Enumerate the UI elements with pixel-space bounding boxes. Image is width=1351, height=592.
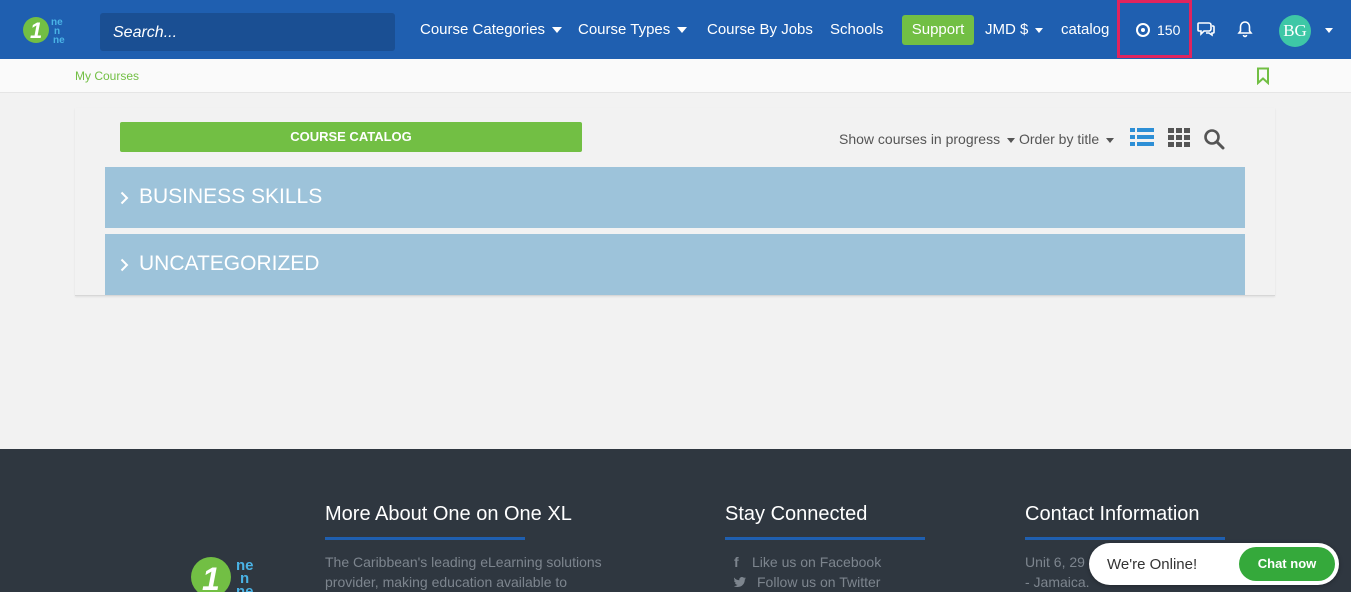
footer-twitter-link[interactable]: Follow us on Twitter <box>733 572 881 592</box>
target-icon <box>1136 23 1150 37</box>
messages-icon[interactable] <box>1197 21 1215 42</box>
footer-contact-heading: Contact Information <box>1025 503 1200 525</box>
footer-about-heading: More About One on One XL <box>325 503 572 525</box>
nav-course-by-jobs[interactable]: Course By Jobs <box>707 21 813 38</box>
facebook-icon: f <box>734 554 739 570</box>
svg-text:1: 1 <box>30 18 42 43</box>
search-icon[interactable] <box>1203 128 1225 155</box>
footer-facebook-link[interactable]: f Like us on Facebook <box>734 552 881 572</box>
site-logo[interactable]: 1 ne n ne <box>22 14 70 46</box>
live-chat-widget[interactable]: We're Online! Chat now <box>1089 543 1339 585</box>
svg-text:ne: ne <box>53 35 65 46</box>
caret-down-icon <box>1106 137 1115 143</box>
footer-about-line: provider, making education available to <box>325 574 568 590</box>
order-by-dropdown[interactable]: Order by title <box>1019 131 1115 147</box>
twitter-icon <box>733 572 746 592</box>
footer-contact-line: - Jamaica. <box>1025 574 1090 590</box>
currency-label: JMD $ <box>985 21 1029 38</box>
footer-contact-text: Unit 6, 29 - Jamaica. <box>1025 552 1090 592</box>
nav-course-categories-label: Course Categories <box>420 21 546 38</box>
svg-text:ne: ne <box>236 583 254 592</box>
footer-about-divider <box>325 537 525 540</box>
nav-catalog[interactable]: catalog <box>1061 21 1109 38</box>
bell-icon[interactable] <box>1237 20 1253 43</box>
user-avatar[interactable]: BG <box>1279 15 1311 47</box>
category-label: UNCATEGORIZED <box>139 252 320 275</box>
search-input[interactable]: Search... <box>100 13 395 51</box>
footer-about-text: The Caribbean's leading eLearning soluti… <box>325 552 602 592</box>
twitter-link-label: Follow us on Twitter <box>757 574 881 590</box>
nav-course-categories[interactable]: Course Categories <box>420 21 563 38</box>
list-view-icon[interactable] <box>1130 127 1154 152</box>
caret-down-icon <box>1035 27 1044 33</box>
bookmark-icon[interactable] <box>1255 67 1271 90</box>
course-catalog-button[interactable]: COURSE CATALOG <box>120 122 582 152</box>
footer-social-divider <box>725 537 925 540</box>
grid-view-icon[interactable] <box>1168 127 1190 152</box>
caret-down-icon <box>552 27 563 34</box>
footer-social-heading: Stay Connected <box>725 503 868 525</box>
breadcrumb-my-courses[interactable]: My Courses <box>75 69 139 83</box>
courses-panel: COURSE CATALOG Show courses in progress … <box>75 108 1275 296</box>
top-navbar: 1 ne n ne Search... Course Categories Co… <box>0 0 1351 59</box>
caret-down-icon <box>677 27 688 34</box>
footer-about-line: The Caribbean's leading eLearning soluti… <box>325 554 602 570</box>
currency-selector[interactable]: JMD $ <box>985 21 1044 38</box>
progress-filter-label: Show courses in progress <box>839 131 1001 147</box>
footer-contact-line: Unit 6, 29 <box>1025 554 1085 570</box>
breadcrumb-bar: My Courses <box>0 59 1351 93</box>
chat-status-text: We're Online! <box>1107 556 1198 573</box>
footer-logo: 1 ne n ne <box>190 553 262 592</box>
nav-schools[interactable]: Schools <box>830 21 883 38</box>
progress-filter-dropdown[interactable]: Show courses in progress <box>839 131 1016 147</box>
category-row-uncategorized[interactable]: UNCATEGORIZED <box>105 234 1245 295</box>
category-label: BUSINESS SKILLS <box>139 185 323 208</box>
svg-text:1: 1 <box>202 561 220 592</box>
caret-down-icon <box>1007 137 1016 143</box>
points-value: 150 <box>1157 22 1181 38</box>
nav-course-types[interactable]: Course Types <box>578 21 688 38</box>
facebook-link-label: Like us on Facebook <box>752 554 882 570</box>
category-row-business-skills[interactable]: BUSINESS SKILLS <box>105 167 1245 228</box>
chevron-right-icon <box>120 258 129 275</box>
footer-contact-divider <box>1025 537 1225 540</box>
user-menu-caret-icon[interactable] <box>1325 28 1333 33</box>
chat-now-button[interactable]: Chat now <box>1239 547 1335 581</box>
chevron-right-icon <box>120 191 129 208</box>
support-button[interactable]: Support <box>902 15 974 45</box>
order-by-label: Order by title <box>1019 131 1100 147</box>
nav-course-types-label: Course Types <box>578 21 671 38</box>
points-counter[interactable]: 150 <box>1117 0 1192 58</box>
